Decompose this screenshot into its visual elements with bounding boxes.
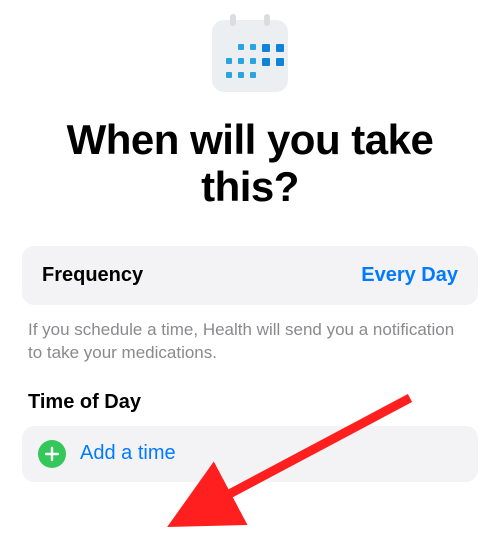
- add-time-button[interactable]: Add a time: [22, 426, 478, 482]
- frequency-value: Every Day: [361, 264, 458, 287]
- page-title: When will you take this?: [22, 116, 478, 210]
- time-of-day-title: Time of Day: [22, 391, 478, 426]
- header-icon-wrap: [22, 20, 478, 92]
- frequency-row[interactable]: Frequency Every Day: [22, 246, 478, 305]
- calendar-icon: [212, 20, 288, 92]
- plus-icon: [38, 440, 66, 468]
- add-time-label: Add a time: [80, 442, 176, 465]
- schedule-hint: If you schedule a time, Health will send…: [22, 305, 478, 391]
- frequency-label: Frequency: [42, 264, 143, 287]
